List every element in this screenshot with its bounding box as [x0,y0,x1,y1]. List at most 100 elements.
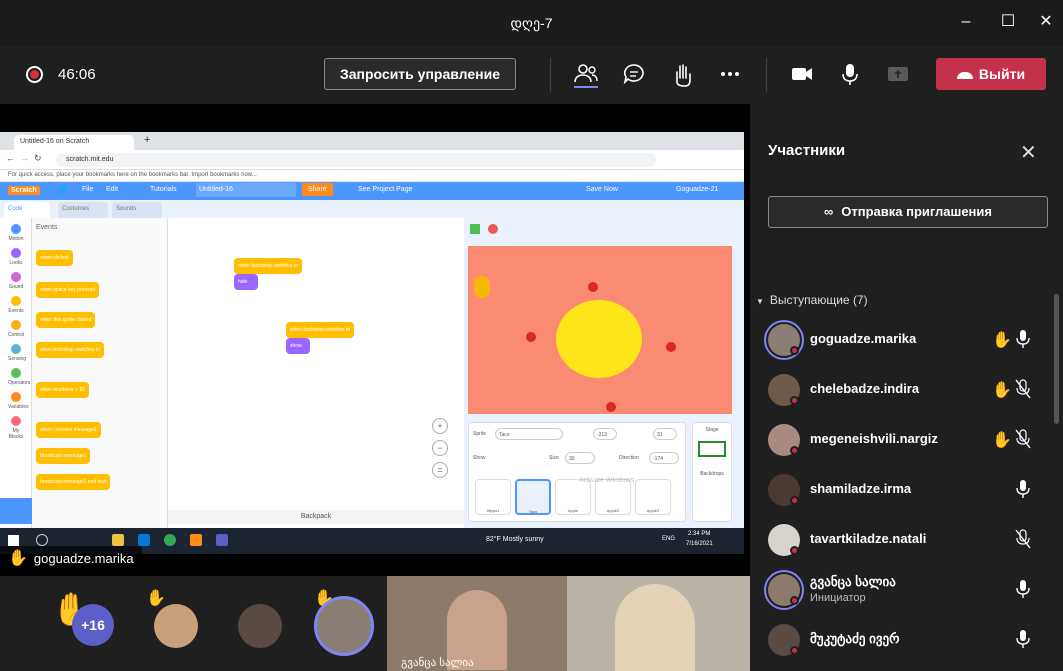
zoom-reset-icon[interactable]: = [432,462,448,478]
avatar-active-speaker[interactable] [314,596,374,656]
share-screen-icon[interactable] [884,60,912,88]
sprite-thumb[interactable]: Apple2 [595,479,631,515]
video-tile[interactable] [567,576,750,671]
browser-tab[interactable]: Untitled-16 on Scratch [14,135,134,150]
palette-block[interactable]: broadcast message1 [36,448,91,464]
stage-selector[interactable]: Stage Backdrops [692,422,732,522]
new-tab-icon[interactable]: + [144,134,150,146]
participant-row[interactable]: tavartkiladze.natali [764,518,1049,562]
save-now-link[interactable]: Save Now [586,186,618,193]
palette-block[interactable]: when loudness > 10 [36,382,89,398]
extension-button[interactable] [0,498,32,524]
participant-row[interactable]: goguadze.marika ✋ [764,318,1049,362]
camera-icon[interactable] [788,60,816,88]
stop-icon[interactable] [488,224,498,234]
backpack-bar[interactable]: Backpack [168,510,464,524]
direction-field[interactable]: -174 [649,452,679,464]
participant-row[interactable]: shamiladze.irma [764,468,1049,512]
scratch-icon[interactable] [190,534,202,546]
participant-row[interactable]: მუკუტაძე ივერ [764,618,1049,662]
category-operators[interactable]: Operators [8,368,30,386]
size-field[interactable]: 30 [565,452,595,464]
apple-sprite[interactable] [588,282,598,292]
sprite-thumb[interactable]: Apple [555,479,591,515]
mic-on-icon[interactable] [1014,479,1032,499]
sprite-y-field[interactable]: 31 [653,428,677,440]
taco-sprite[interactable] [474,276,490,298]
sprite-thumb[interactable]: Apple3 [635,479,671,515]
category-looks[interactable]: Looks [8,248,24,266]
apple-sprite[interactable] [666,342,676,352]
share-project-button[interactable]: Share [302,183,333,196]
participant-row[interactable]: chelebadze.indira ✋ [764,368,1049,412]
account-menu[interactable]: Goguadze-21 [676,186,718,193]
zoom-out-icon[interactable]: − [432,440,448,456]
menu-tutorials[interactable]: Tutorials [150,186,177,193]
request-control-button[interactable]: Запросить управление [324,58,516,90]
script-action-block[interactable]: hide [234,274,258,290]
category-sound[interactable]: Sound [8,272,24,290]
script-action-block[interactable]: show [286,338,310,354]
participant-row[interactable]: megeneishvili.nargiz ✋ [764,418,1049,462]
palette-block[interactable]: when backdrop switches to [36,342,105,358]
tab-costumes[interactable]: Costumes [58,202,108,218]
palette-block[interactable]: broadcast message1 and wait [36,474,111,490]
category-control[interactable]: Control [8,320,24,338]
chat-icon[interactable] [620,60,648,88]
raise-hand-icon[interactable] [668,60,696,88]
invite-button[interactable]: ∞ Отправка приглашения [768,196,1048,228]
apple-sprite[interactable] [526,332,536,342]
avatar[interactable] [154,604,198,648]
green-flag-icon[interactable] [470,224,480,234]
code-workspace[interactable]: when backdrop switches to hide when back… [168,218,464,528]
avatar[interactable] [238,604,282,648]
teams-icon[interactable] [216,534,228,546]
palette-block[interactable]: when I receive message1 [36,422,101,438]
sprite-thumb-selected[interactable]: Taco [515,479,551,515]
close-panel-icon[interactable]: ✕ [1020,140,1037,165]
menu-edit[interactable]: Edit [106,186,118,193]
category-motion[interactable]: Motion [8,224,24,242]
language-indicator[interactable]: ENG [662,536,675,542]
palette-block[interactable]: when this sprite clicked [36,312,96,328]
mic-muted-icon[interactable] [1014,529,1032,549]
palette-block[interactable]: when clicked [36,250,73,266]
weather-text[interactable]: 82°F Mostly sunny [486,536,544,543]
zoom-in-icon[interactable]: + [432,418,448,434]
sprite-x-field[interactable]: -213 [593,428,617,440]
category-variables[interactable]: Variables [8,392,28,410]
windows-start-icon[interactable] [8,535,19,546]
tab-code[interactable]: Code [4,202,50,218]
category-my-blocks[interactable]: My Blocks [8,416,24,440]
leave-button[interactable]: Выйти [936,58,1046,90]
participant-row[interactable]: გვანცა სალია Инициатор [764,568,1049,612]
scratch-logo[interactable]: Scratch [8,186,40,195]
more-options-icon[interactable] [716,60,744,88]
script-hat-block[interactable]: when backdrop switches to [286,322,355,338]
presenters-section-header[interactable]: ▼ Выступающие (7) [756,293,868,307]
category-sensing[interactable]: Sensing [8,344,26,362]
tab-sounds[interactable]: Sounds [112,202,162,218]
mic-muted-icon[interactable] [1014,379,1032,399]
mic-on-icon[interactable] [1014,329,1032,349]
file-explorer-icon[interactable] [112,534,124,546]
video-tile[interactable]: გვანცა სალია [387,576,567,671]
mic-muted-icon[interactable] [1014,429,1032,449]
mic-on-icon[interactable] [1014,629,1032,649]
mic-on-icon[interactable] [1014,579,1032,599]
forward-icon[interactable]: → [20,153,29,163]
category-events[interactable]: Events [8,296,24,314]
microphone-icon[interactable] [836,60,864,88]
stage-canvas[interactable] [468,246,732,414]
script-hat-block[interactable]: when backdrop switches to [234,258,303,274]
minimize-icon[interactable]: – [956,12,976,32]
clock-time[interactable]: 2:34 PM [688,531,710,537]
apple-sprite[interactable] [606,402,616,412]
project-title-field[interactable]: Untitled-16 [196,183,296,197]
edge-icon[interactable] [138,534,150,546]
maximize-icon[interactable]: ☐ [998,12,1018,32]
chrome-icon[interactable] [164,534,176,546]
url-field[interactable]: scratch.mit.edu [56,153,656,167]
participants-icon[interactable] [572,60,600,88]
see-project-page-link[interactable]: See Project Page [358,186,412,193]
